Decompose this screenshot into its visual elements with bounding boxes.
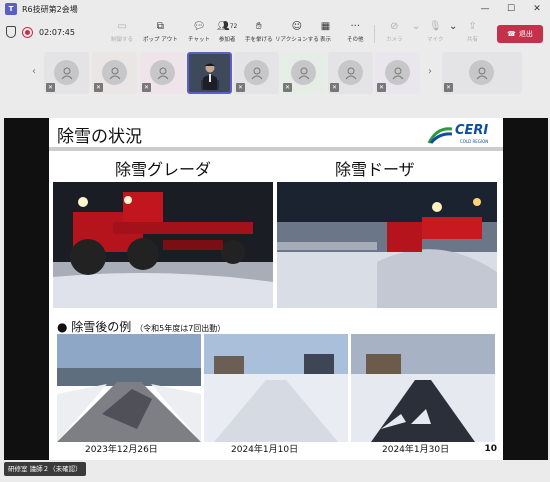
chat-icon: 💬︎ (192, 21, 206, 32)
chevron-down-icon: ⌄ (449, 21, 458, 32)
avatar (385, 60, 410, 85)
participant-tile[interactable]: ✕ (375, 52, 420, 94)
control-icon: ▭ (117, 21, 127, 32)
date-label-1: 2023年12月26日 (85, 445, 158, 455)
reactions-button[interactable]: ☺ リアクションする (275, 20, 319, 48)
leave-button[interactable]: ☎ 退出 (497, 25, 543, 43)
speaker-video (201, 63, 219, 90)
mic-muted-icon: ✕ (142, 83, 151, 92)
hand-icon: ✋︎ (255, 21, 262, 32)
presentation-slide: 除雪の状況 CERI COLD REGION 除雪グレーダ 除雪ドーザ ● 除雪… (49, 118, 503, 460)
self-view-tile[interactable]: ✕ (442, 52, 522, 94)
person-icon (345, 67, 356, 79)
person-icon (251, 67, 262, 79)
more-icon: ··· (350, 21, 361, 32)
person-icon (298, 67, 309, 79)
participant-strip: ‹ ✕ ✕ ✕ ✕ ✕ ✕ ✕ › ✕ (0, 50, 550, 100)
avatar (244, 60, 269, 85)
phone-hangup-icon: ☎ (507, 30, 516, 38)
camera-button[interactable]: ⊘ カメラ (386, 20, 403, 48)
camera-off-icon: ⊘ (390, 21, 399, 32)
smiley-icon: ☺ (291, 21, 303, 32)
person-icon (109, 67, 120, 79)
slide-title: 除雪の状況 (57, 127, 142, 147)
person-icon (392, 67, 403, 79)
avatar (291, 60, 316, 85)
slide-page-number: 10 (484, 444, 497, 454)
mic-muted-icon: ✕ (330, 83, 339, 92)
raise-hand-button[interactable]: ✋︎ 手を挙げる (245, 20, 273, 48)
share-icon: ⇪ (468, 21, 477, 32)
title-divider (49, 147, 503, 151)
date-label-2: 2024年1月10日 (231, 445, 299, 455)
participant-tile[interactable]: ✕ (234, 52, 279, 94)
mic-muted-icon: ✕ (236, 83, 245, 92)
close-icon[interactable]: ✕ (524, 0, 550, 18)
title-bar: T R6技研第2会場 — ☐ ✕ (0, 0, 550, 18)
after-plowing-heading: ● 除雪後の例 （令和5年度は7回出動） (57, 320, 226, 334)
presenter-name-badge: 研修室 議師２（未確認） (4, 462, 86, 476)
camera-options-chevron[interactable]: ⌄ (412, 20, 420, 48)
people-icon: 👥︎72 (217, 21, 238, 32)
meeting-toolbar: 02:07:45 ▭ 制御する ⧉ ポップ アウト 💬︎ チャット 👥︎72 参… (0, 18, 550, 50)
logo-swoosh-icon (427, 127, 453, 144)
grid-icon: ▦ (320, 21, 331, 32)
ceri-logo: CERI COLD REGION (427, 123, 497, 147)
people-button[interactable]: 👥︎72 参加者 (217, 20, 237, 48)
avatar (150, 60, 175, 85)
more-button[interactable]: ··· その他 (347, 20, 364, 48)
participant-tile[interactable]: ✕ (92, 52, 137, 94)
mic-muted-icon: ✕ (283, 83, 292, 92)
participant-tile-active-speaker[interactable] (187, 52, 232, 94)
meeting-timer: 02:07:45 (39, 27, 75, 37)
share-button[interactable]: ⇪ 共有 (467, 20, 478, 48)
participant-tile[interactable]: ✕ (44, 52, 89, 94)
mic-off-icon: 🎙︎ (428, 21, 442, 32)
recording-icon (22, 26, 33, 38)
grader-heading: 除雪グレーダ (115, 160, 212, 179)
participant-tile[interactable]: ✕ (140, 52, 185, 94)
person-icon (157, 67, 168, 79)
take-control-button[interactable]: ▭ 制御する (111, 20, 133, 48)
person-icon (61, 67, 72, 79)
avatar (338, 60, 363, 85)
participant-tile[interactable]: ✕ (281, 52, 326, 94)
dozer-photo (277, 182, 497, 308)
people-count: 72 (229, 23, 238, 30)
mic-muted-icon: ✕ (377, 83, 386, 92)
road-photo-2 (204, 334, 348, 442)
window-title: R6技研第2会場 (22, 4, 78, 14)
shield-icon[interactable] (6, 26, 16, 38)
popout-button[interactable]: ⧉ ポップ アウト (143, 20, 178, 48)
avatar (102, 60, 127, 85)
avatar (54, 60, 79, 85)
avatar (469, 60, 494, 85)
view-button[interactable]: ▦ 表示 (320, 20, 331, 48)
chevron-down-icon: ⌄ (412, 21, 421, 32)
mic-muted-icon: ✕ (46, 83, 55, 92)
mic-options-chevron[interactable]: ⌄ (449, 20, 457, 48)
window-controls: — ☐ ✕ (472, 0, 550, 18)
mic-muted-icon: ✕ (444, 83, 453, 92)
maximize-icon[interactable]: ☐ (498, 0, 524, 18)
toolbar-divider (374, 25, 375, 43)
person-icon (476, 67, 487, 79)
season-note: （令和5年度は7回出動） (135, 324, 226, 333)
chat-button[interactable]: 💬︎ チャット (188, 20, 210, 48)
minimize-icon[interactable]: — (472, 0, 498, 18)
dozer-heading: 除雪ドーザ (335, 160, 415, 179)
grader-photo (53, 182, 273, 308)
chevron-left-icon[interactable]: ‹ (32, 66, 36, 77)
teams-app-icon: T (5, 3, 17, 15)
road-photo-3 (351, 334, 495, 442)
popout-icon: ⧉ (156, 21, 164, 32)
mic-button[interactable]: 🎙︎ マイク (427, 20, 443, 48)
road-photo-1 (57, 334, 201, 442)
participant-tile[interactable]: ✕ (328, 52, 373, 94)
mic-muted-icon: ✕ (94, 83, 103, 92)
chevron-right-icon[interactable]: › (428, 66, 432, 77)
date-label-3: 2024年1月30日 (382, 445, 450, 455)
